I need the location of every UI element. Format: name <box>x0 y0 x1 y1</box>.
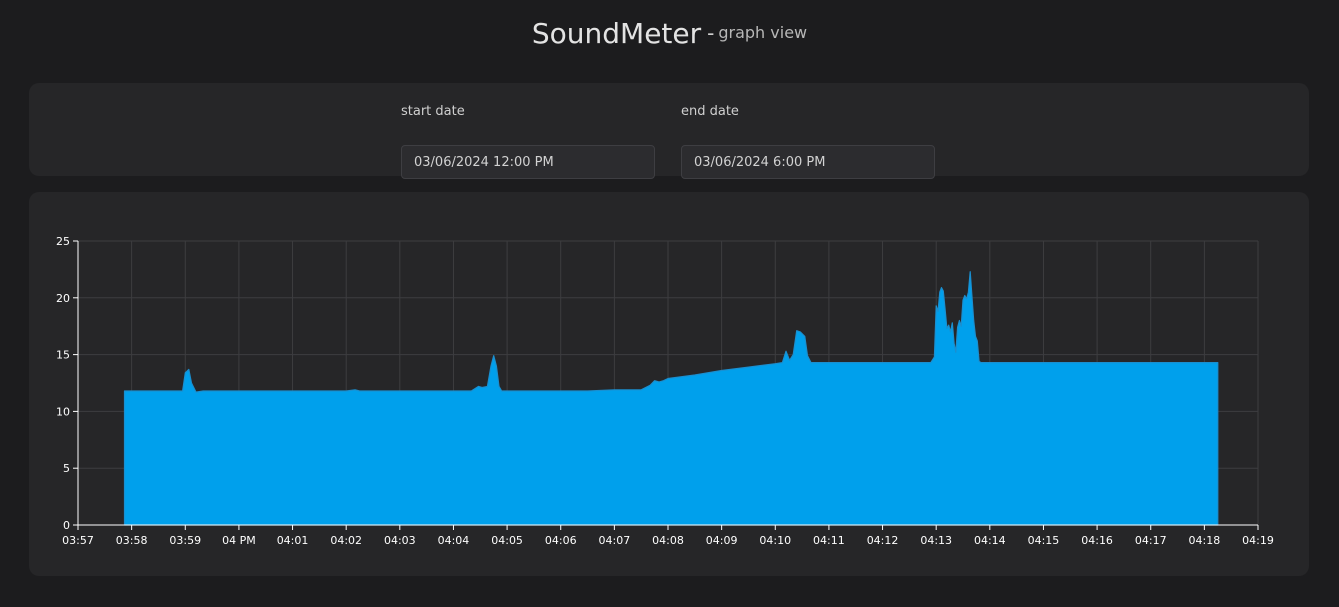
x-tick-label: 04:18 <box>1189 534 1221 547</box>
x-tick-label: 04:04 <box>438 534 470 547</box>
end-date-input[interactable] <box>681 145 935 179</box>
x-tick-label: 04:07 <box>599 534 631 547</box>
x-tick-label: 04:13 <box>920 534 952 547</box>
x-tick-label: 04 PM <box>222 534 256 547</box>
y-tick-label: 15 <box>56 349 70 362</box>
x-tick-label: 04:02 <box>330 534 362 547</box>
x-tick-label: 04:11 <box>813 534 845 547</box>
x-tick-label: 04:16 <box>1081 534 1113 547</box>
page-title-row: SoundMeter - graph view <box>0 17 1339 50</box>
y-tick-label: 25 <box>56 235 70 248</box>
sound-level-chart: 0 5 10 15 20 25 03:57 03:58 03:59 04 PM 04:01 04:02… <box>56 235 1274 547</box>
x-tick-label: 04:17 <box>1135 534 1167 547</box>
y-tick-label: 5 <box>63 462 70 475</box>
y-tick-label: 20 <box>56 292 70 305</box>
x-tick-label: 04:12 <box>867 534 899 547</box>
start-date-input[interactable] <box>401 145 655 179</box>
app-title: SoundMeter <box>531 17 702 50</box>
x-tick-label: 04:05 <box>491 534 523 547</box>
x-tick-label: 03:59 <box>169 534 201 547</box>
page-subtitle: graph view <box>718 23 808 42</box>
sound-level-area <box>123 271 1219 526</box>
title-separator: - <box>707 21 715 45</box>
y-tick-label: 10 <box>56 405 70 418</box>
x-tick-label: 04:15 <box>1028 534 1060 547</box>
page-header: SoundMeter - graph view <box>0 0 1339 70</box>
x-tick-label: 04:14 <box>974 534 1006 547</box>
x-tick-label: 04:08 <box>652 534 684 547</box>
x-tick-label: 03:58 <box>116 534 148 547</box>
date-filter-panel: start date end date <box>29 83 1309 179</box>
x-tick-label: 04:01 <box>277 534 309 547</box>
x-tick-label: 04:19 <box>1242 534 1274 547</box>
end-date-label: end date <box>681 104 739 119</box>
x-tick-label: 04:09 <box>706 534 738 547</box>
x-tick-label: 04:03 <box>384 534 416 547</box>
x-tick-label: 03:57 <box>62 534 94 547</box>
x-tick-label: 04:10 <box>759 534 791 547</box>
start-date-label: start date <box>401 104 465 119</box>
chart-panel: 0 5 10 15 20 25 03:57 03:58 03:59 04 PM 04:01 04:02… <box>29 192 1309 576</box>
y-tick-label: 0 <box>63 519 70 532</box>
x-tick-label: 04:06 <box>545 534 577 547</box>
